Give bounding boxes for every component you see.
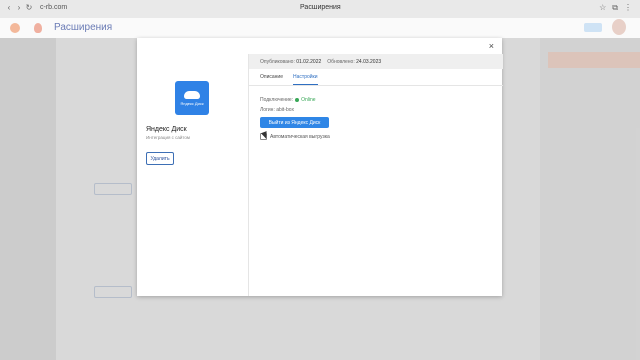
star-icon[interactable]: ☆ — [599, 3, 606, 13]
published-date: 01.02.2022 — [296, 58, 322, 65]
icon-brand-text: Яндекс Диск — [180, 100, 204, 106]
modal-tabs: Описание Настройки — [260, 74, 318, 85]
app-header: Расширения — [0, 18, 640, 39]
published-info: Опубликовано: 01.02.2022 — [260, 59, 321, 65]
meta-bar: Опубликовано: 01.02.2022 Обновлено: 24.0… — [249, 54, 503, 69]
brand-icon — [34, 23, 42, 33]
connection-status: Подключение: Online — [260, 97, 316, 103]
extension-settings-panel: Опубликовано: 01.02.2022 Обновлено: 24.0… — [248, 54, 503, 296]
page-title: Расширения — [54, 22, 113, 33]
close-icon[interactable]: × — [489, 41, 494, 51]
status-value: Online — [301, 97, 316, 103]
updated-date: 24.03.2023 — [356, 58, 382, 65]
tab-description[interactable]: Описание — [260, 74, 283, 85]
updated-label: Обновлено: — [327, 58, 355, 65]
back-icon[interactable]: ‹ — [4, 3, 14, 12]
header-button[interactable] — [584, 23, 602, 32]
auto-upload-option[interactable]: Автоматическая выгрузка — [260, 133, 330, 140]
reload-icon[interactable]: ↻ — [24, 3, 34, 12]
extensions-icon[interactable]: ⧉ — [612, 3, 618, 13]
cloud-icon — [184, 90, 200, 99]
login-info: Логин: abit-box — [260, 107, 295, 113]
online-status-icon — [295, 98, 300, 102]
delete-button[interactable]: Удалить — [146, 152, 174, 165]
status-label: Подключение: — [260, 97, 294, 103]
extension-modal: × Яндекс Диск Яндекс Диск Интеграция с с… — [137, 38, 503, 296]
forward-icon[interactable]: › — [14, 3, 24, 12]
address-bar[interactable]: c-rb.com — [40, 4, 67, 11]
yandex-disk-icon: Яндекс Диск — [175, 81, 209, 115]
auto-upload-label: Автоматическая выгрузка — [270, 133, 330, 140]
browser-toolbar: ☆ ⧉ ⋮ — [599, 3, 632, 13]
logout-yandex-disk-button[interactable]: Выйти из Яндекс Диск — [260, 117, 329, 128]
browser-tab-title: Расширения — [300, 4, 341, 11]
updated-info: Обновлено: 24.03.2023 — [327, 59, 381, 65]
browser-bar: ‹ › ↻ c-rb.com Расширения ☆ ⧉ ⋮ — [0, 0, 640, 19]
tab-settings[interactable]: Настройки — [293, 74, 318, 85]
menu-icon[interactable]: ⋮ — [624, 3, 632, 13]
avatar[interactable] — [612, 19, 626, 35]
tabs-divider — [249, 85, 503, 86]
extension-info-panel: Яндекс Диск Яндекс Диск Интеграция с сай… — [137, 54, 248, 296]
extension-subtitle: Интеграция с сайтом — [146, 135, 191, 140]
logo-icon — [10, 23, 20, 33]
published-label: Опубликовано: — [260, 58, 295, 65]
extension-title: Яндекс Диск — [146, 126, 187, 133]
